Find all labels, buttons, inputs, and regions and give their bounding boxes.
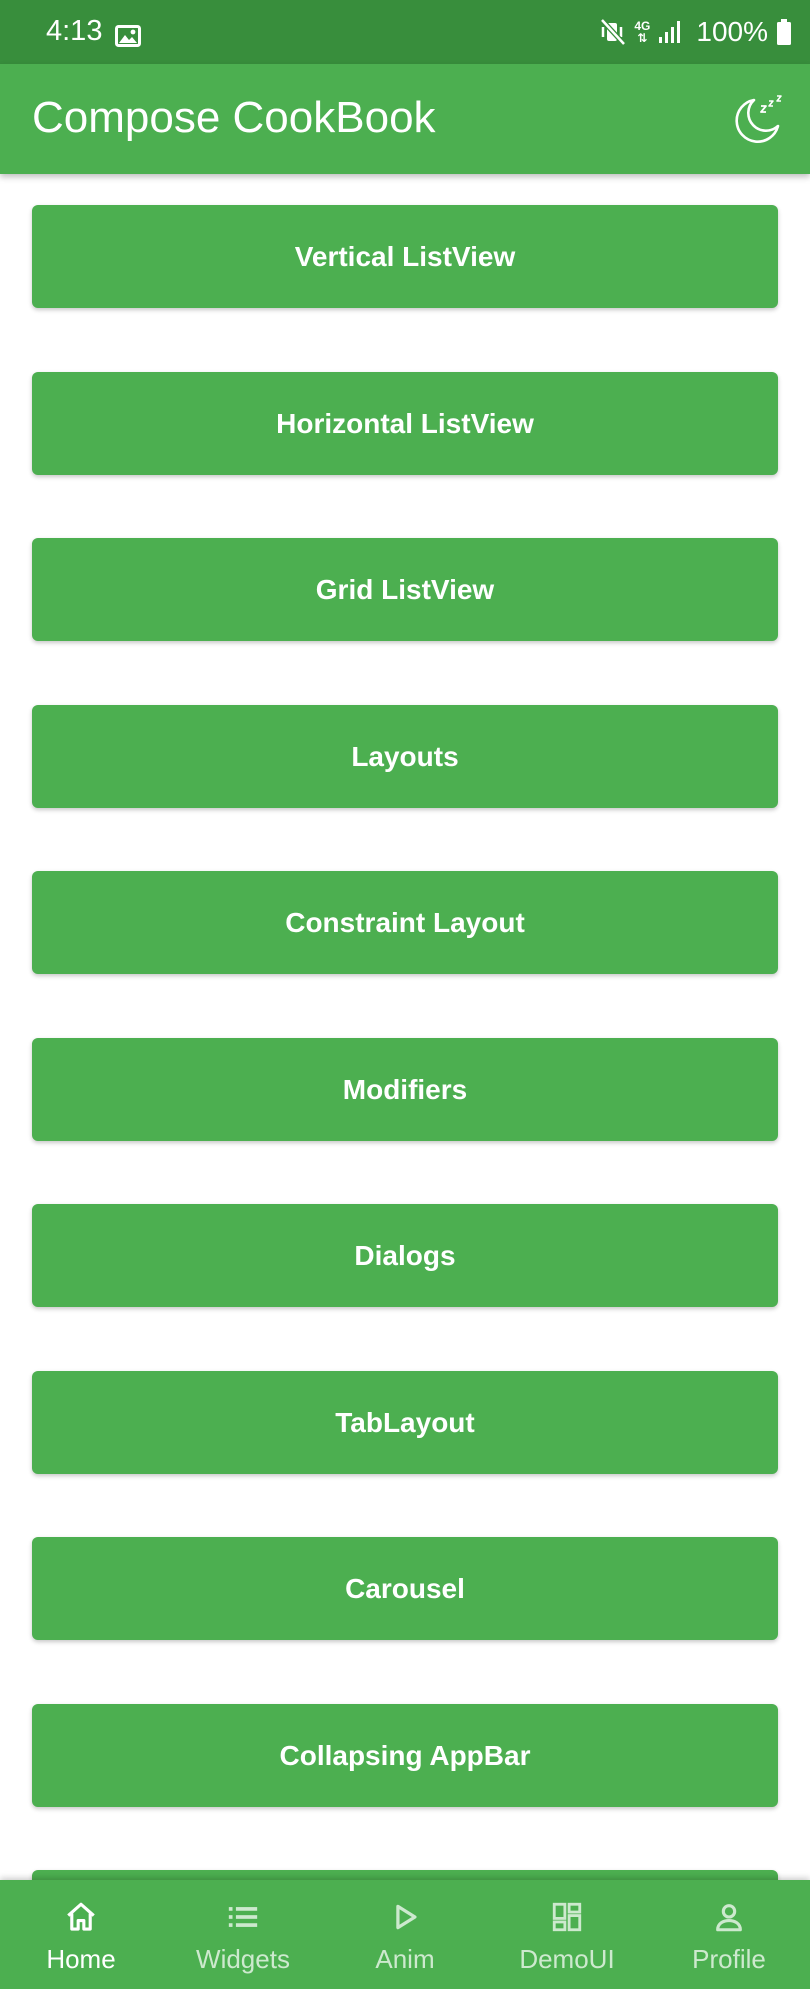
list-icon [228, 1907, 258, 1927]
nav-profile[interactable]: Profile [648, 1880, 810, 1989]
grid-listview-button[interactable]: Grid ListView [32, 538, 778, 641]
status-bar: 4:13 4G ⇅ 100% [0, 0, 810, 64]
collapsing-appbar-button[interactable]: Collapsing AppBar [32, 1704, 778, 1807]
network-indicator: 4G ⇅ [634, 20, 650, 44]
bottom-navigation: Home Widgets Anim DemoUI Profile [0, 1880, 810, 1989]
battery-percent: 100% [696, 16, 768, 47]
gallery-icon [115, 25, 141, 47]
nav-anim[interactable]: Anim [324, 1880, 486, 1989]
top-app-bar: Compose CookBook [0, 64, 810, 174]
app-title: Compose CookBook [32, 93, 436, 142]
modifiers-button[interactable]: Modifiers [32, 1038, 778, 1141]
constraint-layout-button[interactable]: Constraint Layout [32, 871, 778, 974]
nav-home[interactable]: Home [0, 1880, 162, 1989]
signal-icon [659, 21, 681, 43]
dialogs-button[interactable]: Dialogs [32, 1204, 778, 1307]
dark-mode-moon-icon[interactable] [732, 92, 786, 146]
nav-home-label: Home [46, 1944, 116, 1974]
vibrate-mute-icon [600, 18, 627, 46]
person-icon [716, 1904, 742, 1932]
play-icon [396, 1904, 417, 1930]
menu-list[interactable]: Vertical ListView Horizontal ListView Gr… [0, 174, 810, 1880]
menu-button-partial[interactable] [32, 1870, 778, 1880]
layouts-button[interactable]: Layouts [32, 705, 778, 808]
carousel-button[interactable]: Carousel [32, 1537, 778, 1640]
dashboard-icon [552, 1902, 582, 1932]
home-icon [67, 1902, 95, 1931]
nav-widgets-label: Widgets [196, 1944, 290, 1974]
data-arrows-icon: ⇅ [637, 31, 648, 45]
nav-demoui[interactable]: DemoUI [486, 1880, 648, 1989]
tablayout-button[interactable]: TabLayout [32, 1371, 778, 1474]
vertical-listview-button[interactable]: Vertical ListView [32, 205, 778, 308]
status-time: 4:13 [46, 15, 103, 47]
nav-profile-label: Profile [692, 1944, 766, 1974]
battery-icon [777, 19, 791, 45]
nav-widgets[interactable]: Widgets [162, 1880, 324, 1989]
status-indicators: 4G ⇅ 100% [592, 17, 792, 47]
horizontal-listview-button[interactable]: Horizontal ListView [32, 372, 778, 475]
nav-anim-label: Anim [375, 1944, 435, 1974]
nav-demoui-label: DemoUI [519, 1944, 615, 1974]
